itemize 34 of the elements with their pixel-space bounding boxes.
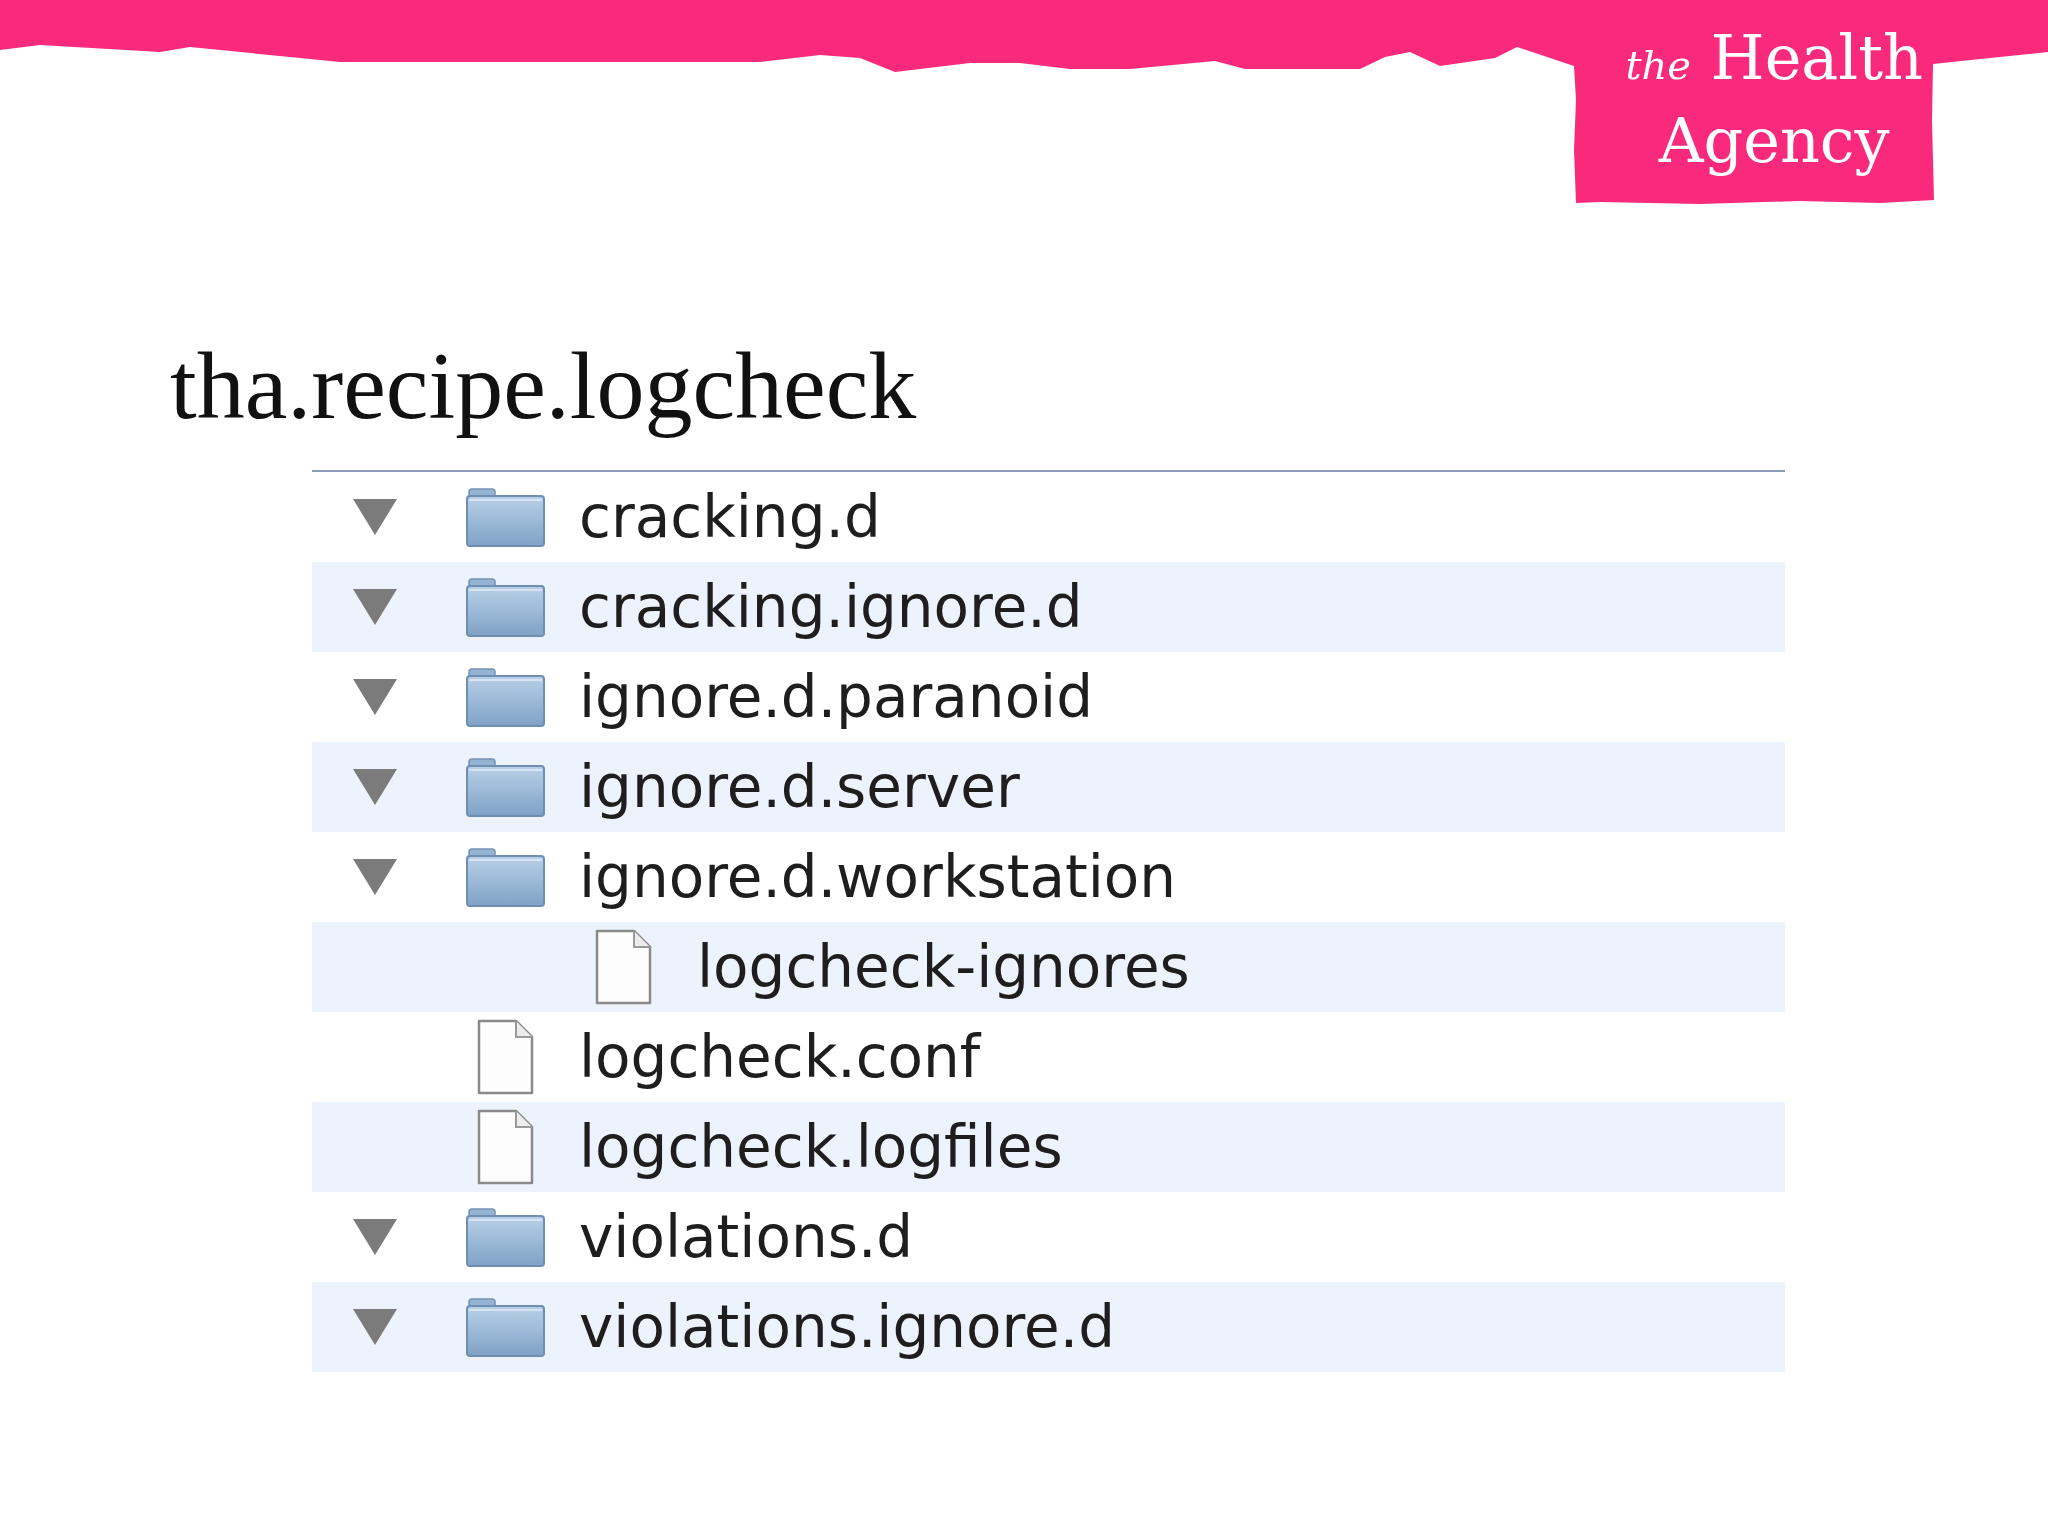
folder-icon	[466, 577, 545, 637]
file-name: logcheck.logfiles	[579, 1112, 1063, 1183]
file-row[interactable]: violations.ignore.d	[312, 1282, 1785, 1373]
disclosure-triangle-icon[interactable]	[353, 589, 397, 626]
file-row[interactable]: cracking.ignore.d	[312, 562, 1785, 653]
file-name: ignore.d.workstation	[579, 842, 1177, 913]
logo-text: the Health Agency	[1625, 20, 1923, 179]
file-name: violations.d	[579, 1202, 914, 1273]
folder-icon	[466, 757, 545, 817]
folder-icon	[466, 1297, 545, 1357]
file-icon	[477, 1019, 534, 1096]
file-icon	[595, 929, 652, 1006]
file-name: cracking.ignore.d	[579, 572, 1083, 643]
disclosure-triangle-icon[interactable]	[353, 859, 397, 896]
file-name: violations.ignore.d	[579, 1292, 1116, 1363]
folder-icon	[466, 847, 545, 907]
disclosure-triangle-icon[interactable]	[353, 499, 397, 536]
disclosure-triangle-icon[interactable]	[353, 1219, 397, 1256]
file-row[interactable]: ignore.d.server	[312, 742, 1785, 833]
folder-icon	[466, 487, 545, 547]
file-icon	[477, 1109, 534, 1186]
disclosure-triangle-icon[interactable]	[353, 769, 397, 806]
slide-title: tha.recipe.logcheck	[170, 331, 917, 441]
folder-icon	[466, 1207, 545, 1267]
folder-icon	[466, 667, 545, 727]
file-name: ignore.d.paranoid	[579, 662, 1094, 733]
file-name: ignore.d.server	[579, 752, 1020, 823]
disclosure-triangle-icon[interactable]	[353, 1309, 397, 1346]
file-name: logcheck-ignores	[697, 932, 1190, 1003]
file-row[interactable]: logcheck-ignores	[312, 922, 1785, 1013]
file-row[interactable]: logcheck.logfiles	[312, 1102, 1785, 1193]
file-name: cracking.d	[579, 482, 881, 553]
disclosure-triangle-icon[interactable]	[353, 679, 397, 716]
file-name: logcheck.conf	[579, 1022, 981, 1093]
